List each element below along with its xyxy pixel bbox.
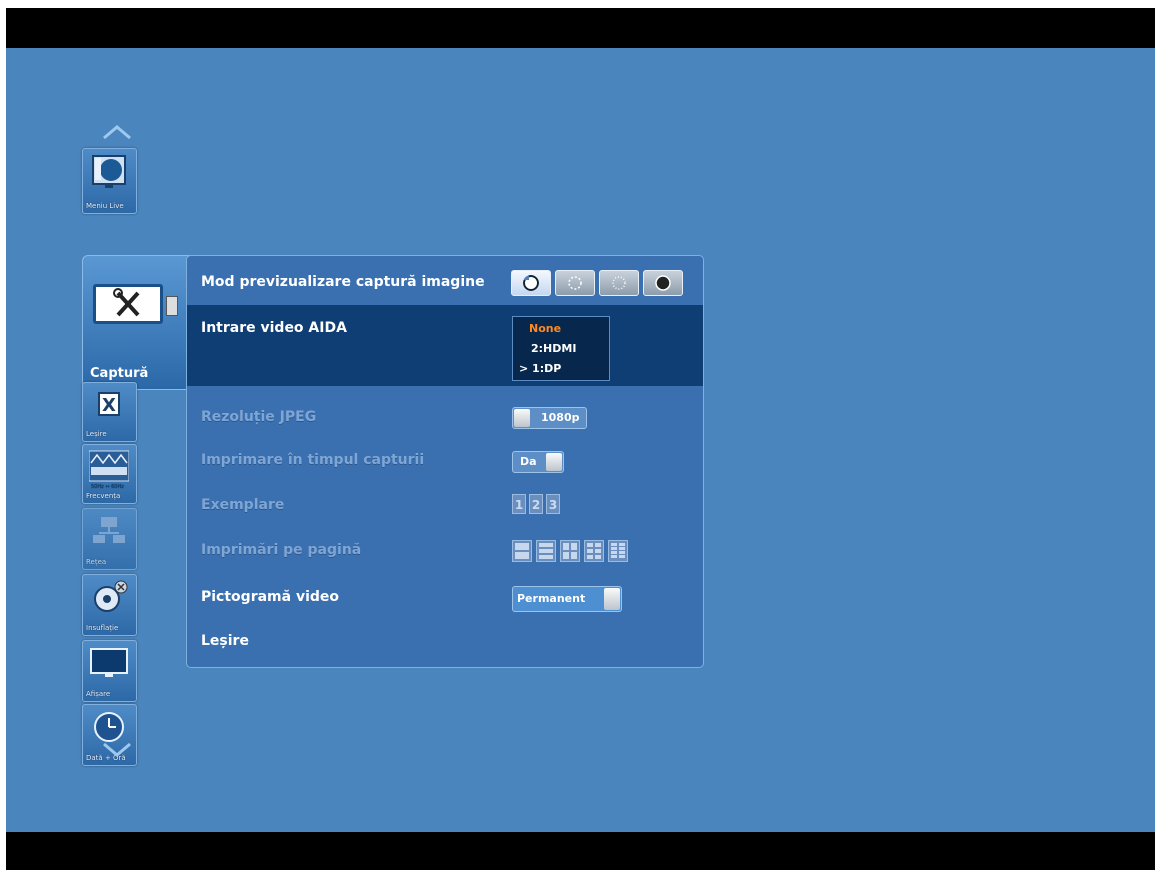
chevron-up-icon[interactable] (102, 124, 132, 140)
video-icon-toggle[interactable]: Permanent (512, 586, 622, 612)
waveform-icon (89, 450, 129, 482)
aida-option-dp[interactable]: > 1:DP (519, 362, 561, 375)
sidebar-item-label: Leșire (86, 430, 107, 438)
jpeg-resolution-label: Rezoluție JPEG (201, 409, 317, 425)
jpeg-resolution-value: 1080p (541, 411, 580, 424)
sidebar-item-capture[interactable]: Captură (82, 255, 194, 390)
layout-6-icon[interactable] (584, 540, 604, 562)
copies-option-3[interactable]: 3 (546, 494, 560, 514)
preview-mode-1-button[interactable] (511, 270, 551, 296)
preview-mode-4-button[interactable] (643, 270, 683, 296)
video-icon-value: Permanent (517, 592, 586, 605)
sidebar-item-exit[interactable]: X Leșire (82, 382, 137, 442)
prints-per-page-label: Imprimări pe pagină (201, 542, 362, 558)
sidebar-item-label: Afișare (86, 690, 111, 698)
freeze-preview-icon (612, 276, 626, 290)
toggle-knob (546, 453, 562, 471)
letterbox-bottom (6, 832, 1155, 870)
layout-2-icon[interactable] (512, 540, 532, 562)
selected-row-highlight (187, 305, 703, 386)
jpeg-resolution-toggle[interactable]: 1080p (512, 407, 587, 429)
display-icon (90, 648, 128, 677)
sidebar-item-monitor[interactable]: Meniu Live (82, 148, 137, 214)
tools-icon (93, 284, 163, 324)
connector-icon (166, 296, 178, 316)
panel-exit-item[interactable]: Leșire (201, 633, 249, 649)
preview-mode-3-button[interactable] (599, 270, 639, 296)
letterbox-top (6, 8, 1155, 48)
preview-mode-selector[interactable] (511, 270, 683, 296)
frequency-switch-text: 50Hz ↔ 60Hz (91, 484, 124, 490)
screen: Meniu Live Captură X Leșire 50Hz ↔ 60Hz … (6, 8, 1155, 870)
layout-4-icon[interactable] (560, 540, 580, 562)
svg-text:X: X (102, 395, 116, 416)
network-icon (93, 517, 125, 543)
chevron-down-icon[interactable] (102, 742, 132, 758)
copies-selector[interactable]: 1 2 3 (512, 494, 560, 514)
sidebar-item-frequency[interactable]: 50Hz ↔ 60Hz Frecvența (82, 444, 137, 504)
prints-per-page-selector[interactable] (512, 540, 628, 562)
sidebar-item-label: Insuflație (86, 624, 119, 632)
aida-option-none[interactable]: None (529, 322, 561, 335)
aida-option-hdmi[interactable]: 2:HDMI (531, 342, 576, 355)
close-icon: X (98, 392, 120, 416)
preview-mode-2-button[interactable] (555, 270, 595, 296)
layout-3-icon[interactable] (536, 540, 556, 562)
copies-label: Exemplare (201, 497, 285, 513)
fullscreen-preview-icon (523, 275, 539, 291)
monitor-icon (92, 155, 126, 188)
copies-option-1[interactable]: 1 (512, 494, 526, 514)
print-during-capture-label: Imprimare în timpul capturii (201, 452, 425, 468)
sidebar-item-insufflation[interactable]: Insuflație (82, 574, 137, 636)
toggle-knob (604, 588, 620, 610)
dark-circle-icon (655, 275, 671, 291)
desktop: Meniu Live Captură X Leșire 50Hz ↔ 60Hz … (6, 48, 1155, 832)
print-during-capture-value: Da (520, 455, 537, 468)
insufflation-icon (94, 580, 128, 612)
sidebar-item-label: Rețea (86, 558, 107, 566)
capture-settings-panel: Mod previzualizare captură imagine Intra… (186, 255, 704, 668)
sidebar-item-display[interactable]: Afișare (82, 640, 137, 702)
sidebar-item-label: Captură (90, 366, 149, 381)
sidebar-item-label: Frecvența (86, 492, 121, 500)
toggle-knob (514, 409, 530, 427)
copies-option-2[interactable]: 2 (529, 494, 543, 514)
thumbnails-preview-icon (568, 276, 582, 290)
sidebar-item-label: Meniu Live (86, 202, 124, 210)
aida-input-dropdown[interactable]: None 2:HDMI > 1:DP (512, 316, 610, 381)
layout-8-icon[interactable] (608, 540, 628, 562)
print-during-capture-toggle[interactable]: Da (512, 451, 564, 473)
preview-mode-label: Mod previzualizare captură imagine (201, 274, 485, 290)
video-icon-label: Pictogramă video (201, 589, 340, 605)
aida-input-label: Intrare video AIDA (201, 320, 347, 336)
sidebar-item-network[interactable]: Rețea (82, 508, 137, 570)
